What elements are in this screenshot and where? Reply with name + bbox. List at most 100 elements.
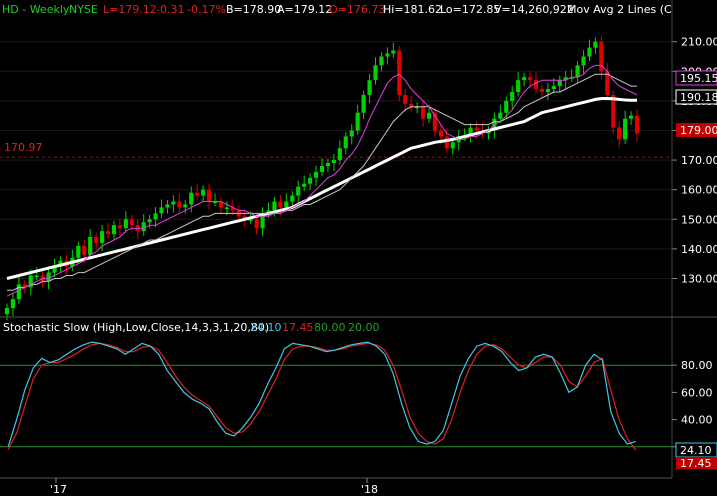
stoch-upper-value: 80.00 xyxy=(314,321,346,334)
candle-body xyxy=(76,245,81,258)
stoch-d-tag: 17.45 xyxy=(680,457,712,470)
price-tick-label: 140.00 xyxy=(681,243,717,256)
candle-body xyxy=(474,127,479,131)
header-change: -0.31 xyxy=(156,3,184,16)
header-symbol: HD - Weekly xyxy=(2,3,70,16)
candle-body xyxy=(183,204,188,208)
candle-body xyxy=(105,231,111,235)
candle-body xyxy=(117,225,122,229)
candle-body xyxy=(533,80,539,90)
ma-slow-value: 190.18 xyxy=(680,91,717,104)
candle-body xyxy=(195,192,200,196)
candle-body xyxy=(206,189,212,202)
candle-body xyxy=(46,272,51,282)
candle-body xyxy=(522,77,527,81)
reference-level-label: 170.97 xyxy=(4,141,43,154)
candle-body xyxy=(147,219,152,223)
candle-body xyxy=(165,204,170,208)
candle-body xyxy=(296,186,301,196)
candle-body xyxy=(153,213,158,220)
candle-body xyxy=(319,166,325,172)
candle-body xyxy=(391,50,396,54)
candle-body xyxy=(99,231,105,243)
stoch-title: Stochastic Slow (High,Low,Close,14,3,3,1… xyxy=(3,321,269,334)
candle-body xyxy=(308,177,313,184)
candle-body xyxy=(284,201,289,208)
price-tick-label: 130.00 xyxy=(681,272,717,285)
price-tick-label: 150.00 xyxy=(681,213,717,226)
candle-body xyxy=(111,225,117,235)
candle-body xyxy=(450,142,455,149)
candle-body xyxy=(313,171,319,178)
candle-body xyxy=(34,275,39,278)
candle-body xyxy=(629,115,634,119)
candle-body xyxy=(272,201,277,211)
candle-body xyxy=(278,201,283,208)
candle-body xyxy=(16,284,21,300)
header: HD - Weekly NYSE L=179.12 -0.31 -0.17% B… xyxy=(2,3,672,16)
stoch-lower-value: 20.00 xyxy=(348,321,380,334)
header-volume: V=14,260,922 xyxy=(494,3,574,16)
candle-body xyxy=(290,195,295,202)
candle-body xyxy=(254,219,259,229)
candle-body xyxy=(516,80,521,92)
candle-body xyxy=(343,136,348,149)
candle-body xyxy=(444,136,449,149)
candle-body xyxy=(94,237,99,243)
candle-body xyxy=(426,112,432,119)
candle-body xyxy=(355,112,360,131)
candle-body xyxy=(88,237,93,255)
candle-body xyxy=(325,163,331,166)
candle-body xyxy=(10,299,15,309)
stoch-k-tag: 24.10 xyxy=(680,444,712,457)
stoch-tick-label: 60.00 xyxy=(681,386,713,399)
stoch-k-value: 24.10 xyxy=(250,321,282,334)
candle-body xyxy=(593,41,598,48)
candle-body xyxy=(587,47,592,57)
header-change-pct: -0.17% xyxy=(187,3,226,16)
candle-body xyxy=(302,183,307,187)
candle-body xyxy=(201,189,206,196)
candle-body xyxy=(438,130,443,137)
candle-body xyxy=(177,201,182,208)
candle-body xyxy=(539,89,545,92)
x-label-18: '18 xyxy=(361,483,378,496)
price-tick-label: 210.00 xyxy=(681,36,717,49)
candle-body xyxy=(504,100,509,113)
candle-body xyxy=(623,118,628,140)
header-bid: B=178.90 xyxy=(226,3,281,16)
candle-body xyxy=(141,222,146,232)
stoch-tick-label: 40.00 xyxy=(681,414,713,427)
candle-body xyxy=(82,245,87,255)
last-price-value: 179.00 xyxy=(680,124,717,137)
candle-body xyxy=(361,94,366,113)
header-high: Hi=181.62 xyxy=(383,3,442,16)
candle-body xyxy=(367,80,372,95)
header-last: L=179.12 xyxy=(103,3,157,16)
candle-body xyxy=(634,115,640,134)
candle-body xyxy=(557,80,562,87)
candle-body xyxy=(581,56,586,66)
candle-body xyxy=(189,192,194,205)
candle-body xyxy=(545,89,550,92)
candle-body xyxy=(337,148,342,161)
candle-body xyxy=(171,201,176,205)
header-low: Lo=172.85 xyxy=(440,3,500,16)
price-tick-label: 160.00 xyxy=(681,184,717,197)
candle-body xyxy=(129,219,134,226)
stoch-d-value: 17.45 xyxy=(282,321,314,334)
candle-body xyxy=(510,92,515,101)
candle-body xyxy=(123,219,128,229)
candle-body xyxy=(551,86,556,90)
header-study: Mov Avg 2 Lines (C xyxy=(567,3,672,16)
weekly-chart: 130.00140.00150.00160.00170.00180.00190.… xyxy=(0,0,717,496)
price-tick-label: 170.00 xyxy=(681,154,717,167)
x-label-17: '17 xyxy=(50,483,67,496)
header-ask: A=179.12 xyxy=(277,3,332,16)
candle-body xyxy=(4,308,10,314)
candle-body xyxy=(420,106,426,119)
candle-body xyxy=(385,53,390,57)
candle-body xyxy=(379,56,384,66)
candle-body xyxy=(224,207,229,209)
candle-body xyxy=(498,112,503,119)
